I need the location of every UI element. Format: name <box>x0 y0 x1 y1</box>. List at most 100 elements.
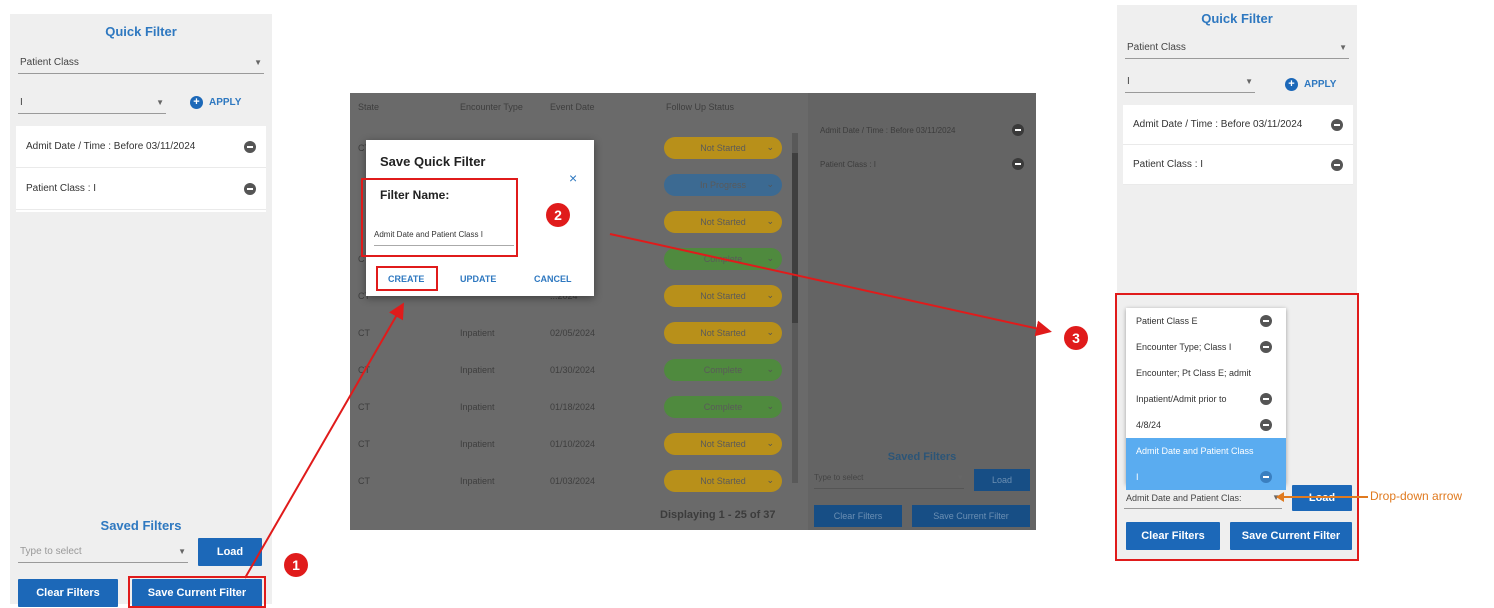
status-pill[interactable]: Complete ⌄ <box>664 396 782 418</box>
grid-row[interactable]: CT Inpatient 01/03/2024 Not Started ⌄ <box>350 462 810 499</box>
grid-row[interactable]: CT Inpatient 02/05/2024 Not Started ⌄ <box>350 314 810 351</box>
cell-event-date: 01/03/2024 <box>550 476 596 486</box>
annotation-arrow-head <box>1276 492 1284 502</box>
side-load-button[interactable]: Load <box>974 469 1030 491</box>
chevron-down-icon[interactable]: ⌄ <box>766 216 774 227</box>
grid-side-panel: Admit Date / Time : Before 03/11/2024 Pa… <box>808 93 1036 530</box>
filter-value: I <box>1127 76 1130 87</box>
update-button[interactable]: UPDATE <box>460 274 496 284</box>
clear-filters-button[interactable]: Clear Filters <box>18 579 118 607</box>
filter-field-select[interactable]: Patient Class ▼ <box>18 52 264 74</box>
cell-encounter-type: Inpatient <box>460 402 495 412</box>
applied-filter-chip: Admit Date / Time : Before 03/11/2024 <box>16 126 266 168</box>
quick-filter-title: Quick Filter <box>105 24 177 39</box>
chevron-down-icon[interactable]: ▼ <box>956 473 964 488</box>
quick-filter-title: Quick Filter <box>1201 11 1273 26</box>
cell-state: CT <box>358 365 370 375</box>
chevron-down-icon[interactable]: ▼ <box>1339 43 1347 52</box>
status-label: Not Started <box>700 328 746 338</box>
chevron-down-icon[interactable]: ▼ <box>254 58 262 67</box>
side-saved-title: Saved Filters <box>887 451 957 463</box>
applied-filter-chip: Admit Date / Time : Before 03/11/2024 <box>1123 105 1353 145</box>
cell-encounter-type: Inpatient <box>460 439 495 449</box>
remove-circle-icon[interactable] <box>1012 158 1024 170</box>
chip-label: Admit Date / Time : Before 03/11/2024 <box>26 141 196 152</box>
filter-value-select[interactable]: I ▼ <box>18 92 166 114</box>
apply-label: APPLY <box>209 97 242 108</box>
applied-filter-list: Admit Date / Time : Before 03/11/2024 Pa… <box>16 126 266 212</box>
status-pill[interactable]: Not Started ⌄ <box>664 433 782 455</box>
step-marker-1: 1 <box>284 553 308 577</box>
status-pill[interactable]: In Progress ⌄ <box>664 174 782 196</box>
side-clear-button[interactable]: Clear Filters <box>814 505 902 527</box>
side-save-button[interactable]: Save Current Filter <box>912 505 1030 527</box>
remove-circle-icon[interactable] <box>1331 118 1343 131</box>
side-saved-combo[interactable]: Type to select ▼ <box>814 473 964 489</box>
remove-circle-icon[interactable] <box>1012 124 1024 136</box>
applied-filter-chip: Patient Class : I <box>16 168 266 210</box>
status-pill[interactable]: Complete ⌄ <box>664 248 782 270</box>
header-event-date: Event Date <box>550 102 595 112</box>
plus-circle-icon: + <box>1285 78 1298 91</box>
status-pill[interactable]: Not Started ⌄ <box>664 211 782 233</box>
status-pill[interactable]: Not Started ⌄ <box>664 470 782 492</box>
apply-label: APPLY <box>1304 79 1337 90</box>
cancel-button[interactable]: CANCEL <box>534 274 572 284</box>
chevron-down-icon[interactable]: ▼ <box>156 98 164 107</box>
saved-filter-combo[interactable]: Type to select ▼ <box>18 541 188 563</box>
chevron-down-icon[interactable]: ⌄ <box>766 401 774 412</box>
status-pill[interactable]: Complete ⌄ <box>664 359 782 381</box>
side-chip-label: Admit Date / Time : Before 03/11/2024 <box>820 125 956 135</box>
apply-button[interactable]: + APPLY <box>1285 78 1336 91</box>
header-follow-up-status: Follow Up Status <box>666 102 735 112</box>
chevron-down-icon[interactable]: ⌄ <box>766 327 774 338</box>
cell-encounter-type: Inpatient <box>460 476 495 486</box>
close-icon[interactable]: × <box>569 170 577 186</box>
status-label: Not Started <box>700 291 746 301</box>
displaying-count: Displaying 1 - 25 of 37 <box>660 509 776 521</box>
chevron-down-icon[interactable]: ⌄ <box>766 438 774 449</box>
remove-circle-icon[interactable] <box>244 140 256 153</box>
highlight-box-create <box>376 266 438 291</box>
applied-filter-chip: Patient Class : I <box>1123 145 1353 185</box>
apply-button[interactable]: + APPLY <box>190 96 241 109</box>
remove-circle-icon[interactable] <box>244 182 256 195</box>
highlight-box-filter-name <box>361 178 518 257</box>
chevron-down-icon[interactable]: ⌄ <box>766 253 774 264</box>
plus-circle-icon: + <box>190 96 203 109</box>
cell-state: CT <box>358 402 370 412</box>
cell-event-date: 02/05/2024 <box>550 328 596 338</box>
left-quick-filter-panel: Quick Filter Patient Class ▼ I ▼ + APPLY… <box>10 14 272 607</box>
status-pill[interactable]: Not Started ⌄ <box>664 285 782 307</box>
status-label: Not Started <box>700 439 746 449</box>
status-pill[interactable]: Not Started ⌄ <box>664 137 782 159</box>
annotation-arrow-line <box>1280 496 1368 498</box>
chevron-down-icon[interactable]: ⌄ <box>766 475 774 486</box>
load-button[interactable]: Load <box>198 538 262 566</box>
status-label: Complete <box>703 365 743 375</box>
applied-filter-list: Admit Date / Time : Before 03/11/2024 Pa… <box>1123 105 1353 185</box>
remove-circle-icon[interactable] <box>1331 158 1343 171</box>
status-label: Not Started <box>700 476 746 486</box>
step-marker-3: 3 <box>1064 326 1088 350</box>
side-chip-label: Patient Class : I <box>820 159 877 169</box>
highlight-box-save <box>128 576 266 608</box>
chevron-down-icon[interactable]: ⌄ <box>766 179 774 190</box>
grid-row[interactable]: CT Inpatient 01/10/2024 Not Started ⌄ <box>350 425 810 462</box>
cell-event-date: 01/10/2024 <box>550 439 596 449</box>
filter-value-select[interactable]: I ▼ <box>1125 71 1255 93</box>
chevron-down-icon[interactable]: ▼ <box>178 547 186 556</box>
chevron-down-icon[interactable]: ⌄ <box>766 364 774 375</box>
filter-field-select[interactable]: Patient Class ▼ <box>1125 37 1349 59</box>
filter-value: I <box>20 97 23 108</box>
grid-row[interactable]: CT Inpatient 01/30/2024 Complete ⌄ <box>350 351 810 388</box>
grid-scrollbar[interactable] <box>792 133 798 483</box>
chevron-down-icon[interactable]: ▼ <box>1245 77 1253 86</box>
grid-row[interactable]: CT Inpatient 01/18/2024 Complete ⌄ <box>350 388 810 425</box>
side-placeholder: Type to select <box>814 473 864 482</box>
status-label: Not Started <box>700 217 746 227</box>
chevron-down-icon[interactable]: ⌄ <box>766 142 774 153</box>
chevron-down-icon[interactable]: ⌄ <box>766 290 774 301</box>
cell-encounter-type: Inpatient <box>460 365 495 375</box>
status-pill[interactable]: Not Started ⌄ <box>664 322 782 344</box>
